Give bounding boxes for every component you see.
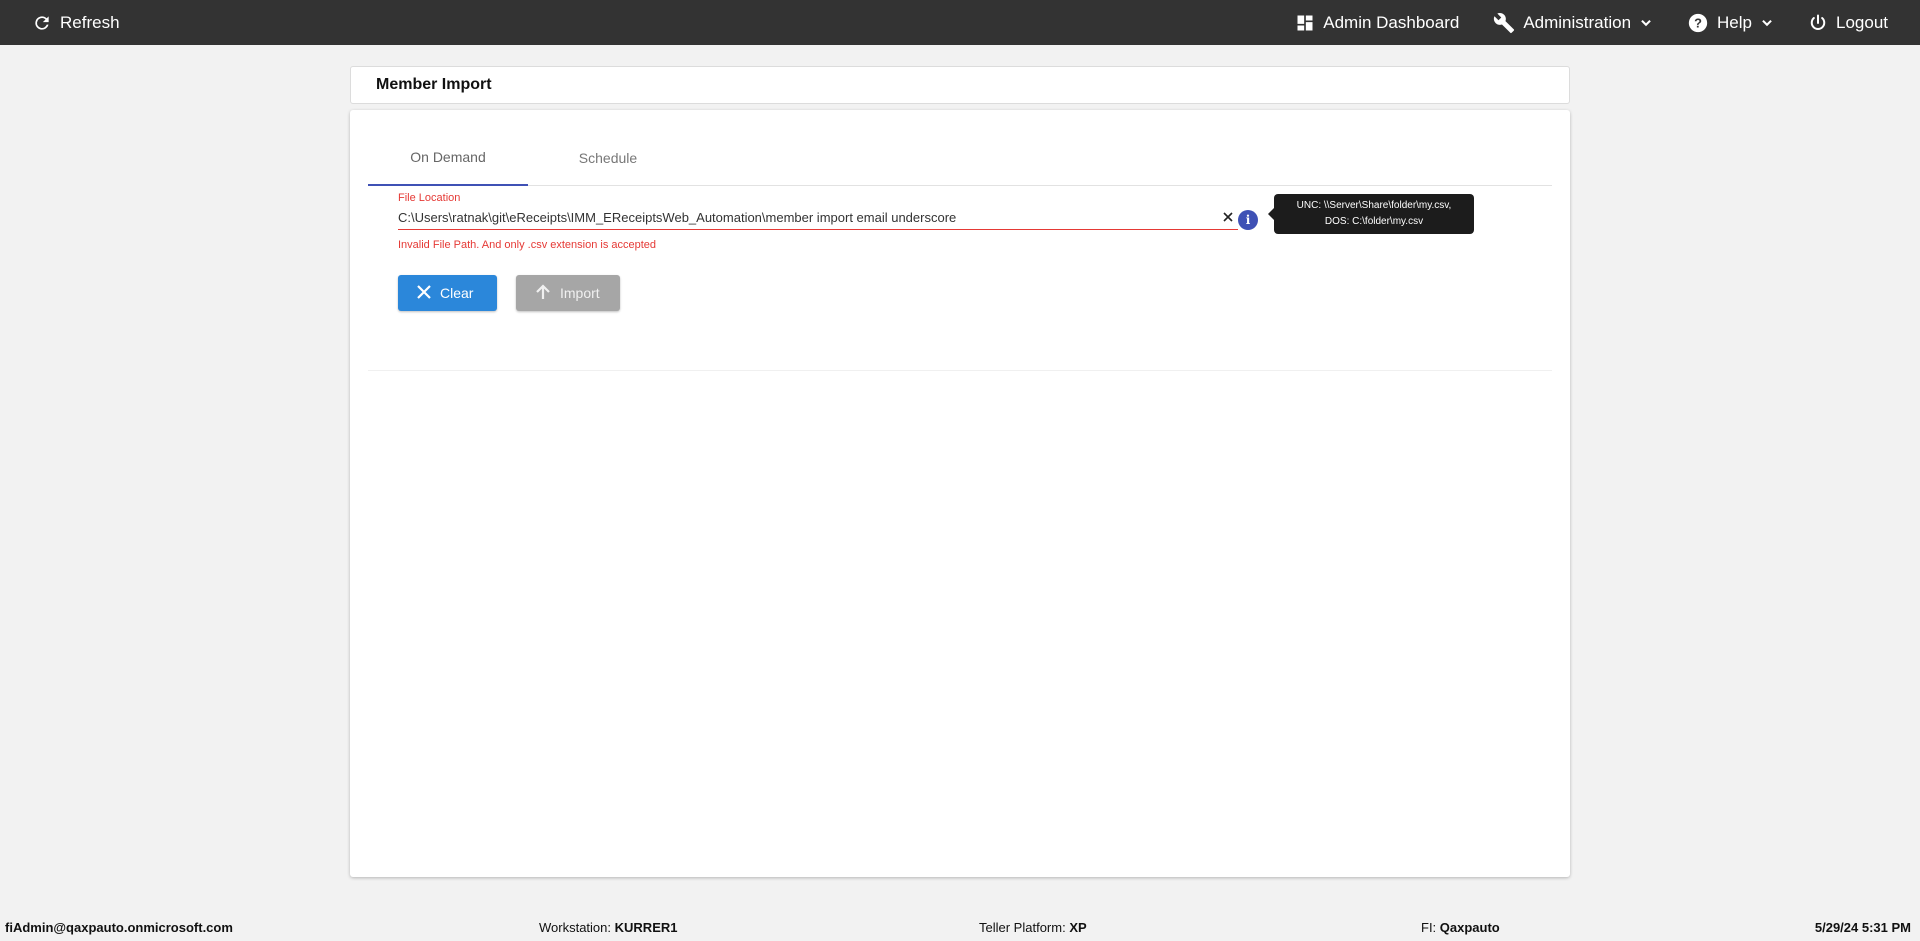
footer-datetime: 5/29/24 5:31 PM xyxy=(1814,920,1911,935)
tab-on-demand[interactable]: On Demand xyxy=(368,130,528,186)
refresh-label: Refresh xyxy=(60,12,120,32)
footer-workstation: Workstation: KURRER1 xyxy=(539,920,677,935)
wrench-icon xyxy=(1493,12,1515,34)
refresh-button[interactable]: Refresh xyxy=(32,0,120,45)
chevron-down-icon xyxy=(1760,16,1774,30)
page-header: Member Import xyxy=(350,66,1570,104)
administration-menu[interactable]: Administration xyxy=(1493,12,1653,34)
logout-label: Logout xyxy=(1836,12,1888,32)
fi-label: FI: xyxy=(1421,920,1437,935)
file-location-tooltip: UNC: \\Server\Share\folder\my.csv, DOS: … xyxy=(1268,194,1474,234)
member-import-panel: On Demand Schedule File Location i UNC: … xyxy=(350,110,1570,877)
tooltip-unc-text: UNC: \\Server\Share\folder\my.csv, xyxy=(1296,200,1452,211)
refresh-icon xyxy=(32,13,52,33)
svg-text:?: ? xyxy=(1694,15,1702,30)
file-location-label: File Location xyxy=(398,192,461,204)
arrow-up-icon xyxy=(534,283,552,304)
workstation-value: KURRER1 xyxy=(614,920,678,935)
info-icon[interactable]: i xyxy=(1238,210,1258,230)
clear-button-label: Clear xyxy=(440,285,474,301)
import-button-label: Import xyxy=(560,285,600,301)
footer-user: fiAdmin@qaxpauto.onmicrosoft.com xyxy=(5,920,233,935)
admin-dashboard-link[interactable]: Admin Dashboard xyxy=(1295,13,1459,33)
teller-platform-value: XP xyxy=(1069,920,1087,935)
clear-button[interactable]: Clear xyxy=(398,275,497,311)
clear-field-button[interactable] xyxy=(1220,210,1236,226)
tab-bar: On Demand Schedule xyxy=(368,130,1552,186)
close-icon xyxy=(1223,209,1233,227)
administration-label: Administration xyxy=(1523,12,1632,32)
status-bar: fiAdmin@qaxpauto.onmicrosoft.com Worksta… xyxy=(0,915,1920,941)
chevron-down-icon xyxy=(1639,16,1653,30)
topbar-right-menu: Admin Dashboard Administration ? Help Lo… xyxy=(1295,0,1888,45)
import-button[interactable]: Import xyxy=(516,275,620,311)
logout-button[interactable]: Logout xyxy=(1808,13,1888,33)
footer-fi: FI: Qaxpauto xyxy=(1421,920,1500,935)
close-icon xyxy=(416,284,432,303)
help-menu[interactable]: ? Help xyxy=(1687,12,1774,34)
help-label: Help xyxy=(1717,12,1752,32)
content-divider xyxy=(368,370,1552,371)
admin-dashboard-label: Admin Dashboard xyxy=(1323,12,1460,32)
top-navigation-bar: Refresh Admin Dashboard Administration ?… xyxy=(0,0,1920,45)
tooltip-dos-text: DOS: C:\folder\my.csv xyxy=(1324,216,1424,227)
workstation-label: Workstation: xyxy=(539,920,612,935)
page-title: Member Import xyxy=(376,76,492,93)
file-location-error: Invalid File Path. And only .csv extensi… xyxy=(398,239,657,251)
footer-teller-platform: Teller Platform: XP xyxy=(979,920,1087,935)
tab-schedule[interactable]: Schedule xyxy=(528,130,688,186)
power-icon xyxy=(1808,13,1828,33)
teller-platform-label: Teller Platform: xyxy=(979,920,1066,935)
fi-value: Qaxpauto xyxy=(1439,920,1500,935)
help-circle-icon: ? xyxy=(1687,12,1709,34)
dashboard-icon xyxy=(1295,13,1315,33)
file-location-input[interactable] xyxy=(398,208,1238,230)
